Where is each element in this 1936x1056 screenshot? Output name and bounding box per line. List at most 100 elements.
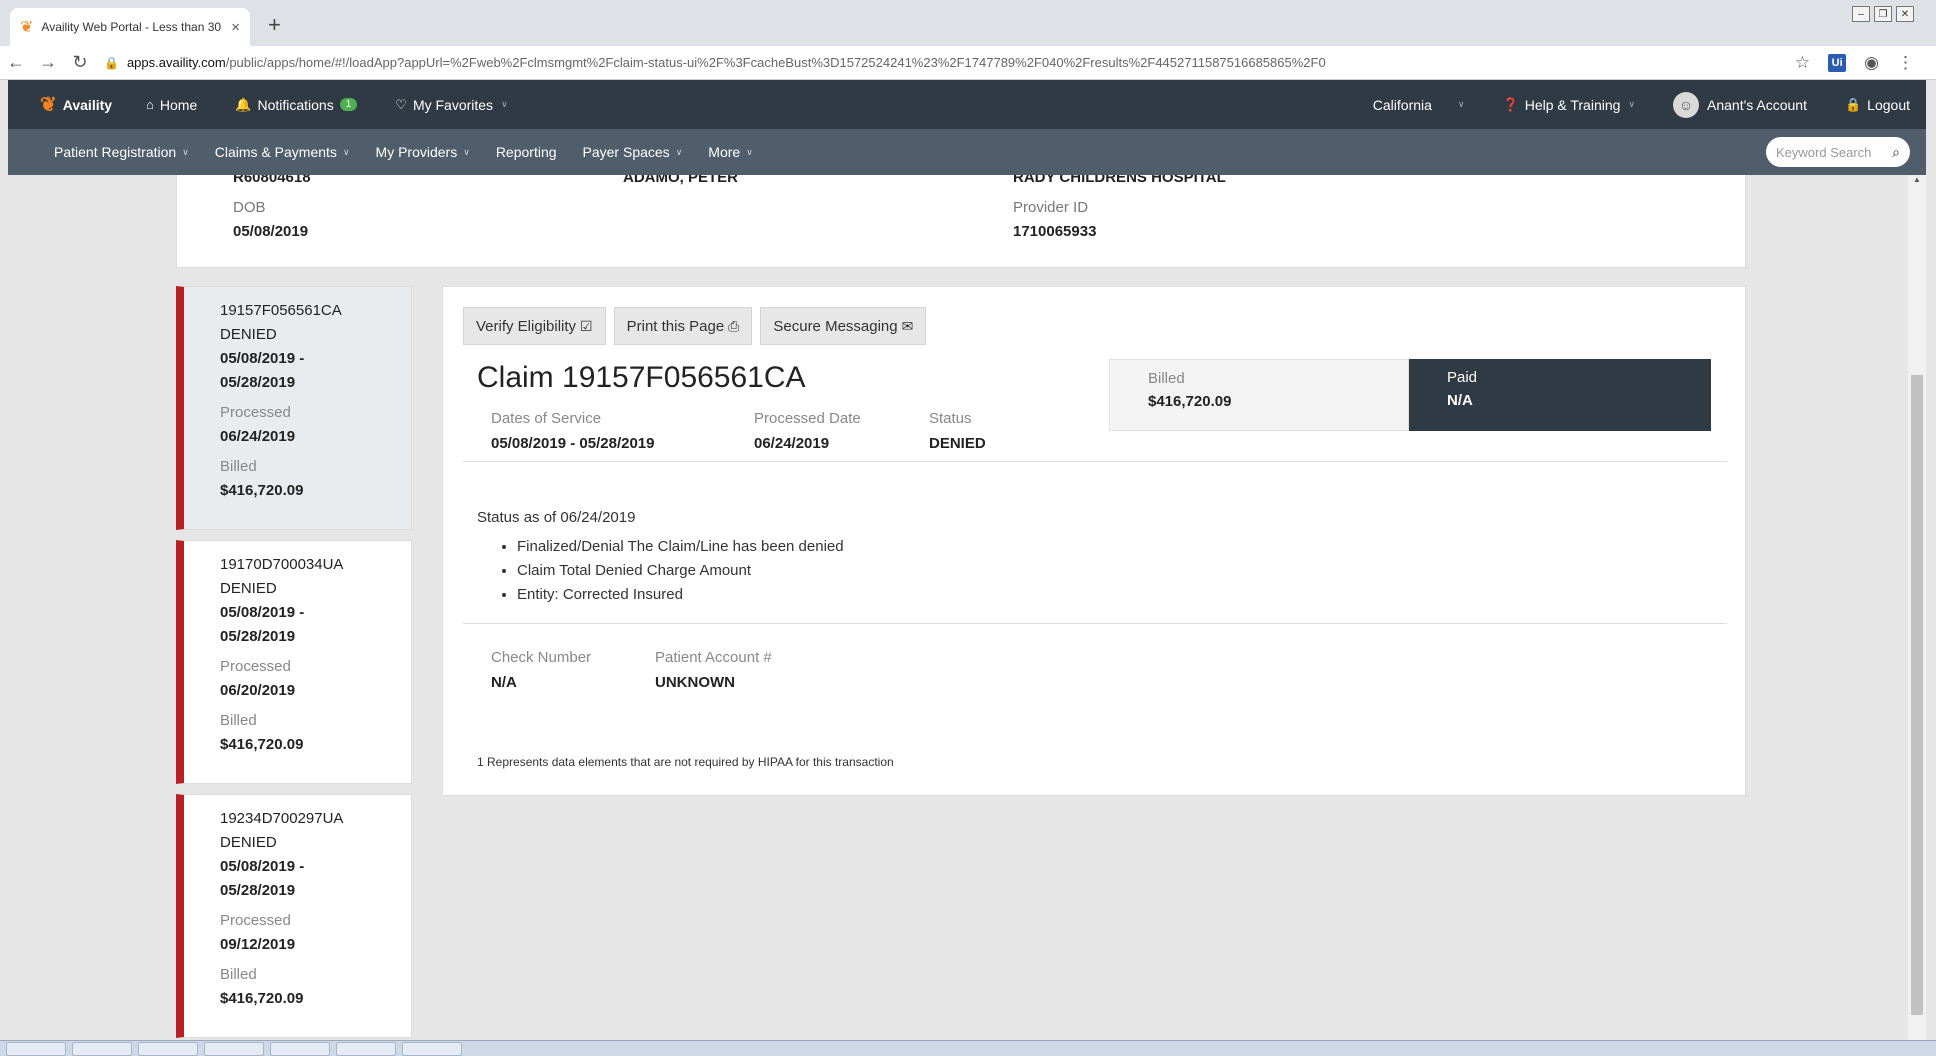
claim-id: 19170D700034UA (220, 556, 344, 573)
nav-logout[interactable]: 🔒 Logout (1845, 97, 1910, 113)
scrollbar-thumb[interactable] (1911, 375, 1923, 1015)
subnav-my-providers[interactable]: My Providers ∨ (376, 144, 470, 160)
taskbar-button[interactable] (336, 1041, 396, 1056)
taskbar-button[interactable] (270, 1041, 330, 1056)
check-number-label: Check Number (491, 649, 592, 666)
notifications-count-badge: 1 (339, 98, 358, 111)
taskbar-button[interactable] (72, 1041, 132, 1056)
maximize-button[interactable]: ❐ (1874, 6, 1892, 22)
nav-home[interactable]: ⌂ Home (146, 97, 197, 113)
paid-label: Paid (1447, 369, 1478, 386)
processed-date-label: Processed Date (754, 410, 861, 427)
nav-account[interactable]: ☺ Anant's Account (1673, 91, 1807, 118)
heart-icon: ♡ (395, 96, 407, 112)
taskbar-button[interactable] (6, 1041, 66, 1056)
secondary-navigation: Patient Registration ∨ Claims & Payments… (8, 129, 1926, 175)
status-as-of: Status as of 06/24/2019 (477, 509, 636, 526)
billed-label: Billed (1148, 370, 1185, 387)
nav-help-training[interactable]: ❓ Help & Training ∨ (1503, 97, 1636, 113)
bookmark-star-icon[interactable]: ☆ (1795, 53, 1810, 73)
subnav-label: Reporting (495, 144, 557, 160)
home-icon: ⌂ (146, 97, 154, 112)
claim-detail-panel: Verify Eligibility ☑ Print this Page ⎙ S… (442, 286, 1746, 796)
url-field[interactable]: 🔒 apps.availity.com /public/apps/home/#!… (104, 55, 1795, 70)
state-label: California (1372, 96, 1432, 113)
status-details-list: Finalized/Denial The Claim/Line has been… (497, 535, 844, 607)
availity-favicon-icon: ❦ (20, 19, 34, 36)
url-path: /public/apps/home/#!/loadApp?appUrl=%2Fw… (225, 55, 1326, 70)
subnav-more[interactable]: More ∨ (708, 144, 753, 160)
claim-date-to: 05/28/2019 (220, 628, 296, 645)
browser-tab[interactable]: ❦ Availity Web Portal - Less than 30 × (10, 8, 250, 46)
subnav-payer-spaces[interactable]: Payer Spaces ∨ (583, 144, 683, 160)
claim-list-item[interactable]: 19234D700297UA DENIED 05/08/2019 - 05/28… (176, 794, 412, 1038)
billed-amount: $416,720.09 (220, 482, 304, 499)
claim-id: 19234D700297UA (220, 810, 344, 827)
menu-kebab-icon[interactable]: ⋮ (1897, 53, 1914, 73)
subnav-label: More (708, 144, 741, 160)
divider (463, 623, 1727, 624)
claim-list: 19157F056561CA DENIED 05/08/2019 - 05/28… (176, 286, 412, 1040)
reload-icon[interactable]: ↻ (64, 52, 96, 73)
processed-date: 06/24/2019 (220, 428, 296, 445)
taskbar-button[interactable] (138, 1041, 198, 1056)
chevron-down-icon: ∨ (342, 146, 350, 157)
os-taskbar (0, 1040, 1936, 1056)
forward-arrow-icon[interactable]: → (32, 52, 64, 73)
nav-notifications[interactable]: 🔔 Notifications 1 (235, 96, 358, 113)
keyword-search-input[interactable]: Keyword Search ⌕ (1766, 137, 1910, 167)
minimize-button[interactable]: – (1852, 6, 1870, 22)
scroll-up-arrow-icon[interactable]: ▲ (1908, 175, 1926, 189)
billed-label: Billed (220, 966, 257, 983)
taskbar-button[interactable] (402, 1041, 462, 1056)
chevron-down-icon: ∨ (1457, 99, 1465, 109)
profile-icon[interactable]: ◉ (1864, 53, 1879, 73)
status-detail-item: Entity: Corrected Insured (517, 583, 844, 607)
secure-messaging-button[interactable]: Secure Messaging ✉ (760, 307, 927, 345)
user-avatar-icon: ☺ (1673, 91, 1700, 118)
subnav-claims-payments[interactable]: Claims & Payments ∨ (215, 144, 350, 160)
taskbar-button[interactable] (204, 1041, 264, 1056)
window-controls: – ❐ ✕ (1852, 6, 1914, 22)
dob-value: 05/08/2019 (233, 223, 309, 240)
processed-label: Processed (220, 404, 291, 421)
brand-name: Availity (62, 96, 113, 113)
availity-logo[interactable]: ❦ Availity (40, 92, 112, 117)
chevron-down-icon: ∨ (182, 146, 189, 157)
back-arrow-icon[interactable]: ← (0, 52, 32, 73)
claim-date-from: 05/08/2019 - (220, 604, 305, 621)
state-selector[interactable]: California ∨ (1373, 97, 1465, 113)
question-circle-icon: ❓ (1502, 96, 1519, 112)
verify-eligibility-label: Verify Eligibility (476, 317, 577, 335)
chevron-down-icon: ∨ (501, 99, 508, 109)
verify-eligibility-button[interactable]: Verify Eligibility ☑ (463, 307, 606, 345)
chevron-down-icon: ∨ (675, 146, 683, 157)
search-icon[interactable]: ⌕ (1892, 144, 1900, 161)
processed-date: 09/12/2019 (220, 936, 296, 953)
claim-date-from: 05/08/2019 - (220, 858, 305, 875)
patient-account-value: UNKNOWN (655, 674, 735, 691)
print-page-button[interactable]: Print this Page ⎙ (613, 307, 753, 345)
tab-close-icon[interactable]: × (231, 19, 240, 36)
claim-id: 19157F056561CA (220, 302, 342, 319)
help-label: Help & Training (1524, 96, 1621, 113)
nav-notifications-label: Notifications (257, 96, 334, 113)
claim-actions: Verify Eligibility ☑ Print this Page ⎙ S… (463, 307, 927, 345)
nav-my-favorites[interactable]: ♡ My Favorites ∨ (395, 97, 507, 113)
patient-name: ADAMO, PETER (623, 175, 739, 186)
dob-label: DOB (233, 199, 266, 216)
claim-status: DENIED (220, 580, 277, 597)
extension-icon[interactable]: Ui (1828, 53, 1847, 72)
new-tab-button[interactable]: + (268, 12, 281, 38)
main-content: R60804618 ADAMO, PETER RADY CHILDRENS HO… (8, 175, 1908, 1040)
check-number-value: N/A (491, 674, 517, 691)
close-window-button[interactable]: ✕ (1896, 6, 1914, 22)
dates-of-service-value: 05/08/2019 - 05/28/2019 (491, 435, 655, 452)
subnav-label: Payer Spaces (582, 144, 670, 160)
subnav-patient-registration[interactable]: Patient Registration ∨ (54, 144, 189, 160)
claim-list-item[interactable]: 19157F056561CA DENIED 05/08/2019 - 05/28… (176, 286, 412, 530)
claim-date-to: 05/28/2019 (220, 374, 296, 391)
page-scrollbar[interactable]: ▲ (1908, 175, 1926, 1040)
subnav-reporting[interactable]: Reporting (496, 144, 557, 160)
claim-list-item[interactable]: 19170D700034UA DENIED 05/08/2019 - 05/28… (176, 540, 412, 784)
